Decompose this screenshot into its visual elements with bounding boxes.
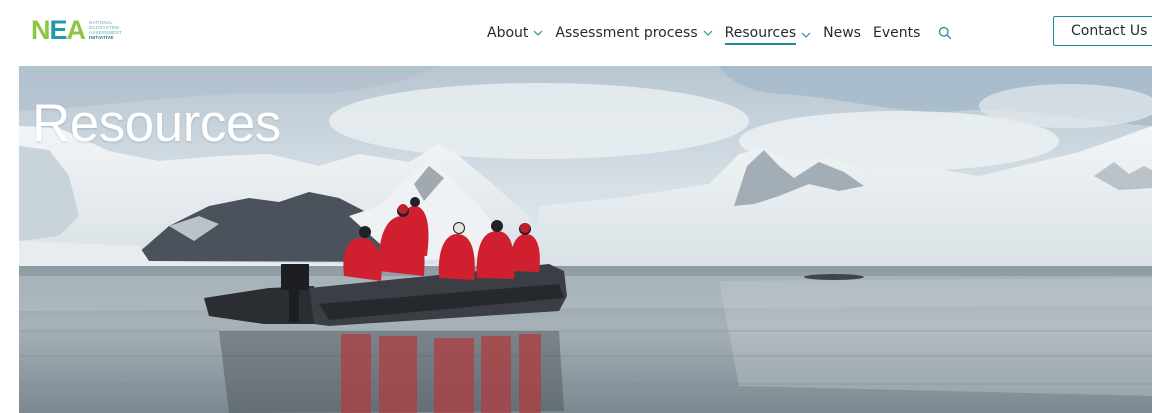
nav-item-news[interactable]: News <box>823 25 861 41</box>
nav-item-label: Resources <box>724 25 797 45</box>
nav-item-label: Events <box>872 25 921 41</box>
nav-item-events[interactable]: Events <box>873 25 920 41</box>
chevron-down-icon <box>703 30 713 36</box>
main-nav: About Assessment process Resources News … <box>487 20 970 46</box>
logo-letter-e: E <box>49 14 68 45</box>
nav-item-resources[interactable]: Resources <box>724 21 812 45</box>
contact-us-label: Contact Us <box>1071 23 1148 39</box>
chevron-down-icon <box>534 30 543 36</box>
nav-item-label: About <box>487 25 529 41</box>
contact-us-button[interactable]: Contact Us <box>1053 16 1152 46</box>
nav-item-assessment-process[interactable]: Assessment process <box>555 25 713 41</box>
logo-subtitle: NATIONAL ECOSYSTEM ASSESSMENT INITIATIVE <box>89 20 122 40</box>
site-logo[interactable]: NEA NATIONAL ECOSYSTEM ASSESSMENT INITIA… <box>31 13 122 47</box>
chevron-down-icon <box>801 32 811 38</box>
page-title: Resources <box>32 94 281 153</box>
search-icon[interactable] <box>936 24 954 42</box>
logo-letter-n: N <box>31 14 50 45</box>
nav-item-label: News <box>823 25 861 41</box>
logo-letter-a: A <box>66 14 86 45</box>
nav-item-about[interactable]: About <box>487 25 543 41</box>
logo-sub-line: INITIATIVE <box>89 35 114 40</box>
nav-item-label: Assessment process <box>555 25 698 41</box>
logo-mark: NEA <box>31 14 86 45</box>
site-header: NEA NATIONAL ECOSYSTEM ASSESSMENT INITIA… <box>0 0 1152 66</box>
hero-banner: Resources <box>19 66 1152 413</box>
